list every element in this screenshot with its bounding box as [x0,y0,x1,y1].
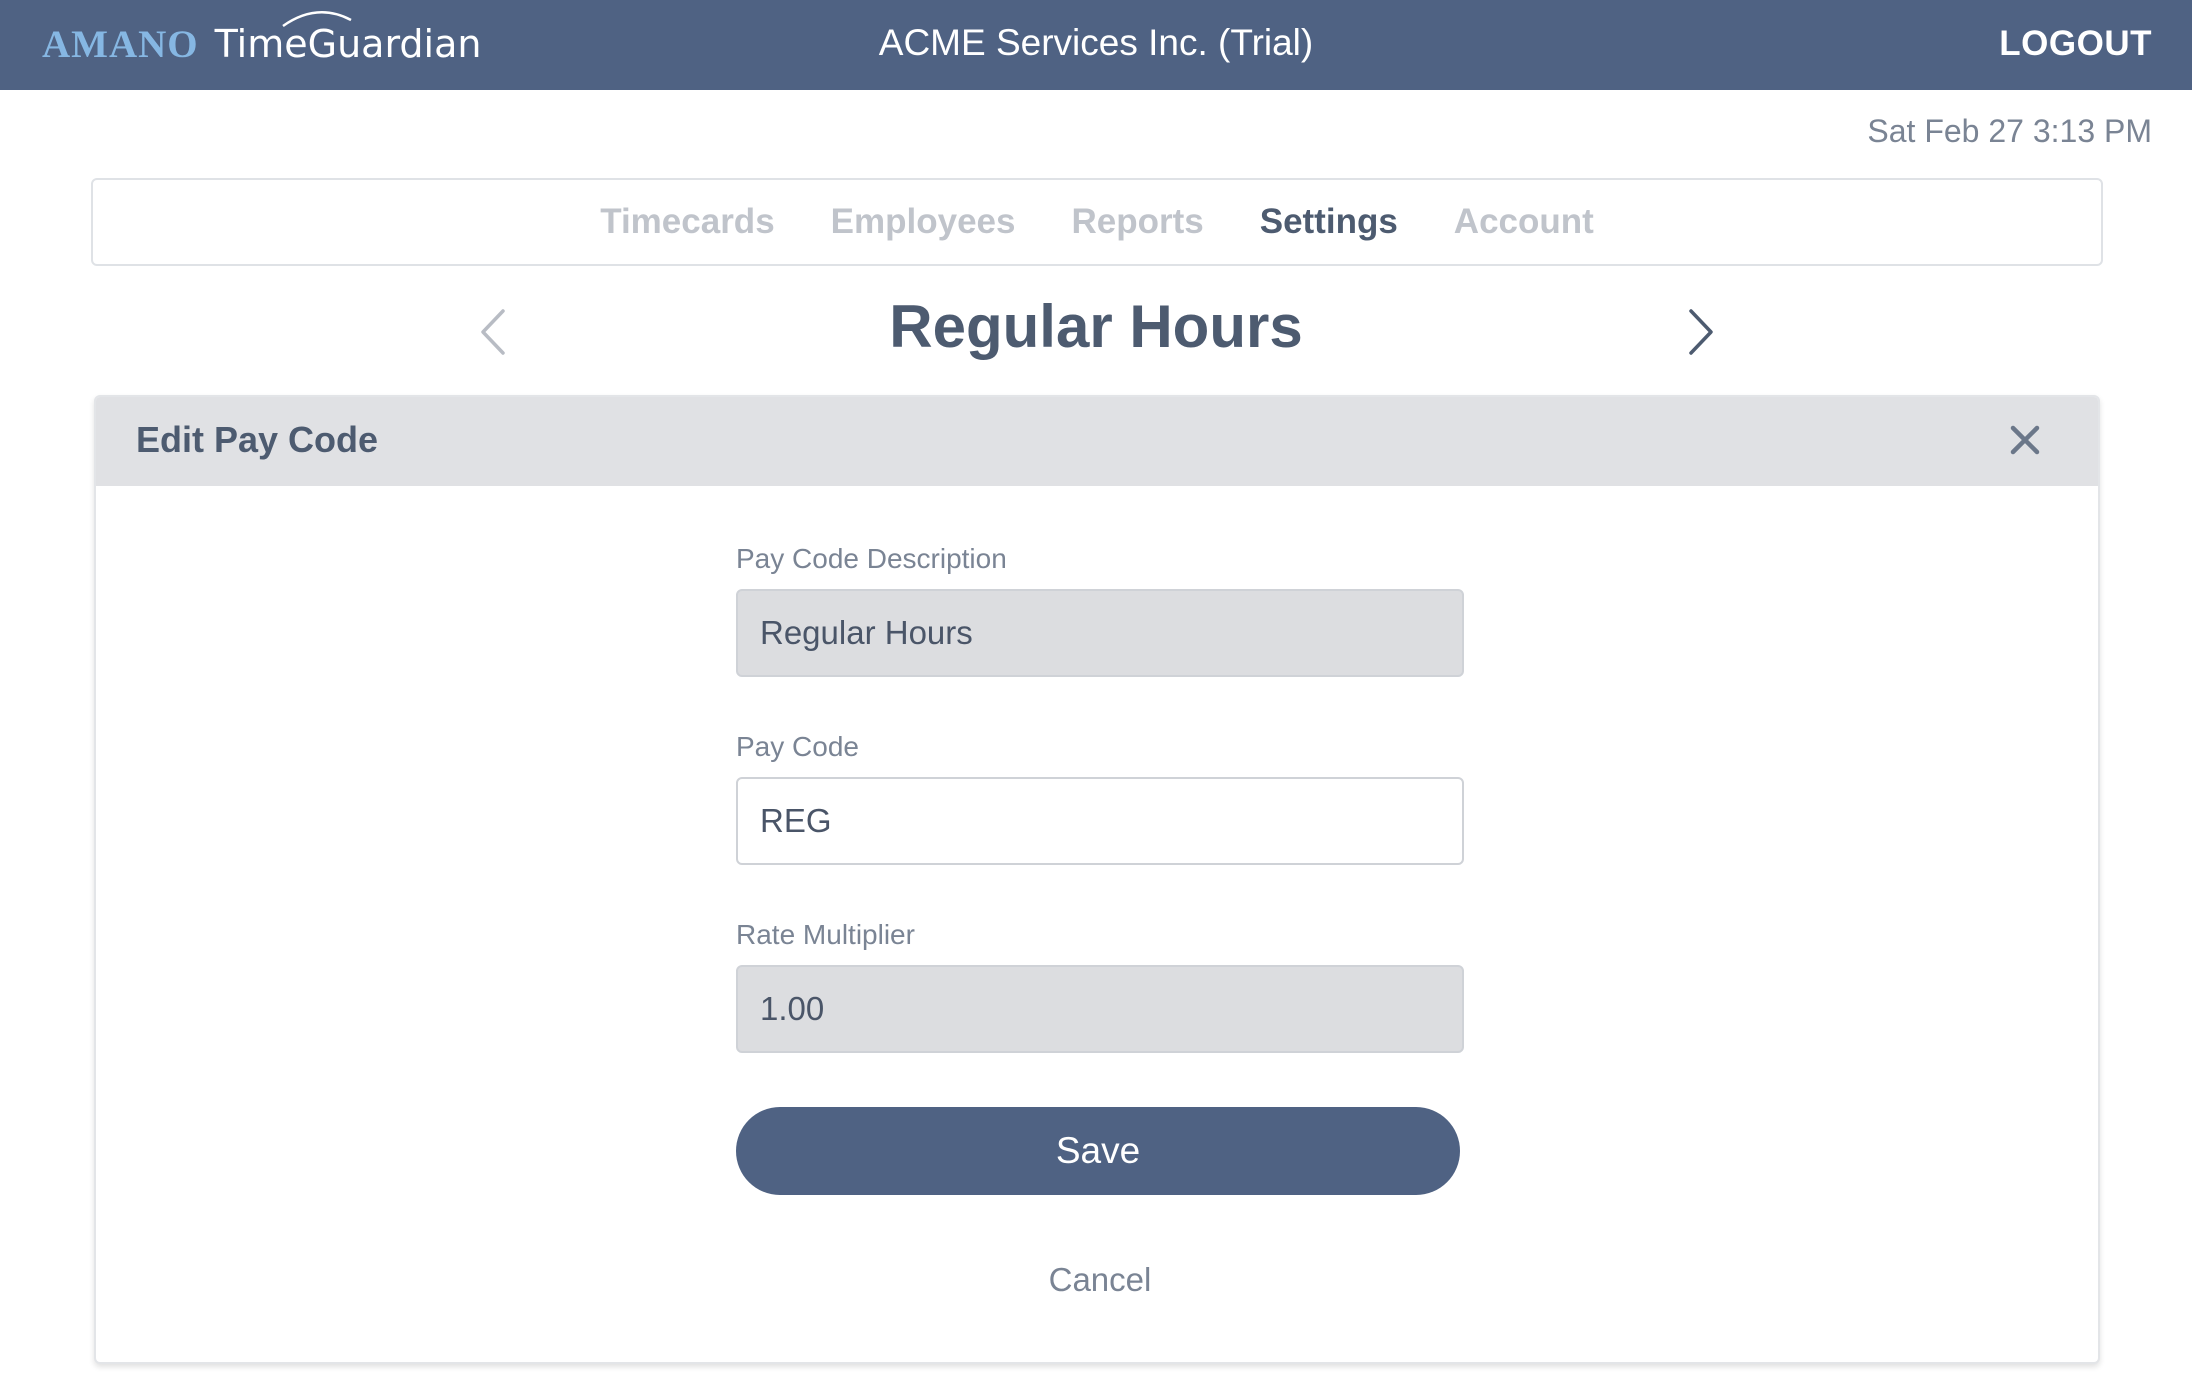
edit-pay-code-dialog: Edit Pay Code Pay Code Description Pay C… [94,395,2100,1364]
description-label: Pay Code Description [736,543,1007,574]
record-pager: Regular Hours [0,292,2192,368]
rate-multiplier-label: Rate Multiplier [736,919,915,950]
pay-code-field[interactable] [736,777,1464,865]
rate-multiplier-field[interactable] [736,965,1464,1053]
close-icon[interactable] [2008,423,2042,457]
company-name: ACME Services Inc. (Trial) [878,22,1314,63]
cancel-button[interactable]: Cancel [736,1261,1464,1299]
chevron-right-icon[interactable] [1686,308,1716,356]
dialog-title: Edit Pay Code [136,419,379,460]
logout-button[interactable]: LOGOUT [1999,24,2152,64]
tab-timecards[interactable]: Timecards [600,202,774,242]
dialog-header: Edit Pay Code [96,397,2098,486]
pay-code-label: Pay Code [736,731,859,762]
tab-settings[interactable]: Settings [1260,202,1398,242]
pay-code-form: Pay Code Description Pay Code Rate Multi… [736,543,1464,1299]
current-datetime: Sat Feb 27 3:13 PM [1867,113,2152,149]
main-nav: Timecards Employees Reports Settings Acc… [91,178,2103,266]
tab-reports[interactable]: Reports [1071,202,1203,242]
top-bar: AMANO TimeGuardian ACME Services Inc. (T… [0,0,2192,90]
page-title: Regular Hours [889,293,1303,360]
description-field[interactable] [736,589,1464,677]
tab-employees[interactable]: Employees [831,202,1016,242]
tab-account[interactable]: Account [1454,202,1594,242]
save-button[interactable]: Save [736,1107,1460,1195]
